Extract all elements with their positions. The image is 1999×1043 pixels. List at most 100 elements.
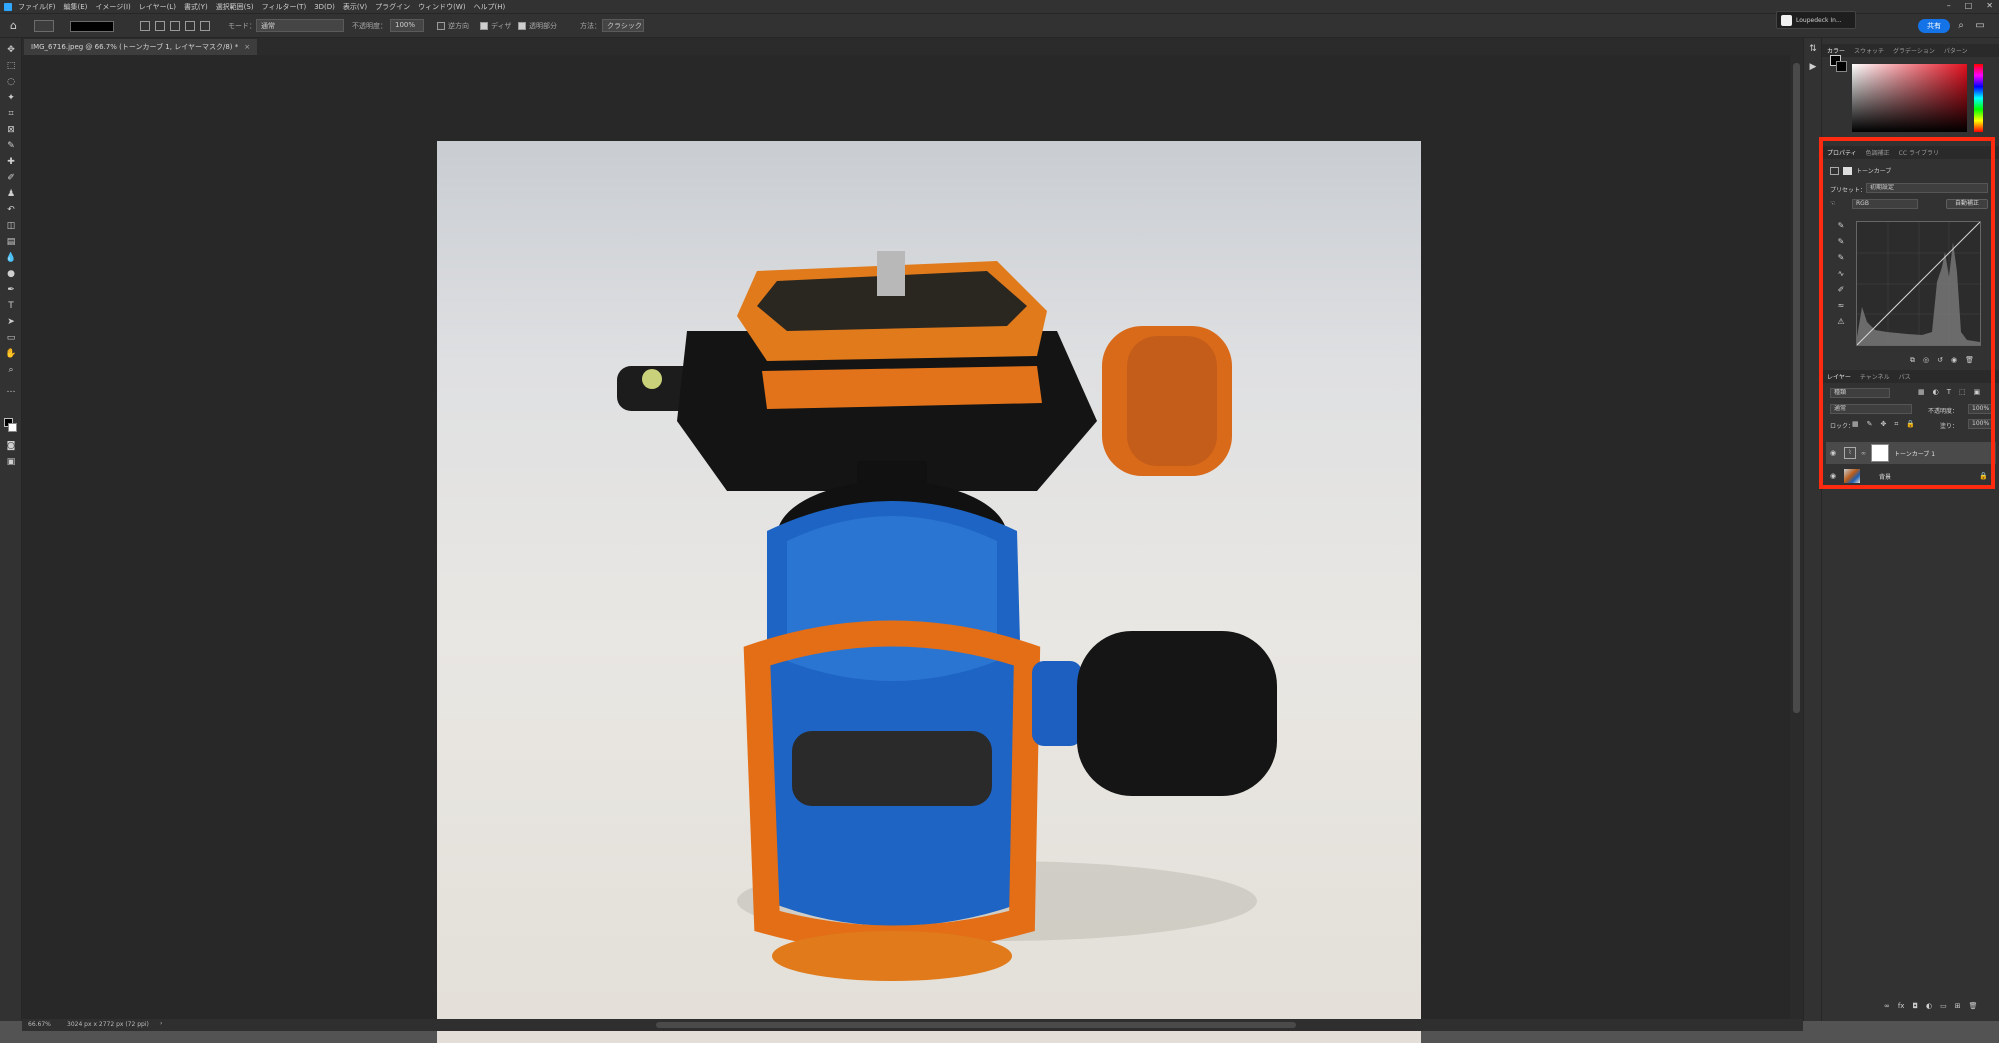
tab-gradients[interactable]: グラデーション [1893, 46, 1935, 55]
history-brush-icon[interactable]: ↶ [5, 204, 17, 216]
menu-layer[interactable]: レイヤー(L) [139, 2, 176, 12]
mode-select[interactable]: 通常 [256, 19, 344, 32]
screen-mode-icon[interactable]: ▣ [5, 456, 17, 468]
diamond-gradient-icon[interactable] [200, 21, 210, 31]
photoshop-logo-icon [4, 2, 12, 11]
menu-file[interactable]: ファイル(F) [18, 2, 56, 12]
menu-bar: ファイル(F) 編集(E) イメージ(I) レイヤー(L) 書式(Y) 選択範囲… [0, 0, 1999, 13]
menu-filter[interactable]: フィルター(T) [262, 2, 307, 12]
hand-tool-icon[interactable]: ✋ [5, 348, 17, 360]
highlight-annotation [1819, 137, 1995, 489]
close-tab-icon[interactable]: × [244, 39, 250, 55]
minimize-button[interactable]: – [1947, 1, 1951, 10]
type-tool-icon[interactable]: T [5, 300, 17, 312]
opacity-input[interactable]: 100% [390, 19, 424, 32]
dither-label: ディザ [491, 22, 512, 30]
zoom-level[interactable]: 66.67% [28, 1021, 51, 1028]
dodge-tool-icon[interactable]: ● [5, 268, 17, 280]
more-tools-icon[interactable]: … [5, 384, 17, 396]
vertical-scrollbar[interactable] [1790, 55, 1803, 1019]
menu-view[interactable]: 表示(V) [343, 2, 367, 12]
home-icon[interactable]: ⌂ [10, 20, 22, 32]
dither-checkbox[interactable] [480, 22, 488, 30]
eyedropper-icon[interactable]: ✎ [5, 140, 17, 152]
path-selection-icon[interactable]: ➤ [5, 316, 17, 328]
vertical-scroll-thumb[interactable] [1793, 63, 1800, 713]
magic-wand-icon[interactable]: ✦ [5, 92, 17, 104]
document-tab[interactable]: IMG_6716.jpeg @ 66.7% (トーンカーブ 1, レイヤーマスク… [24, 39, 258, 55]
background-color-swatch[interactable] [8, 423, 17, 432]
canvas-area[interactable] [22, 55, 1790, 1043]
search-icon[interactable]: ⌕ [1955, 20, 1967, 32]
healing-brush-icon[interactable]: ✚ [5, 156, 17, 168]
hue-slider[interactable] [1974, 64, 1983, 132]
tool-preset-picker[interactable] [34, 20, 54, 32]
menu-type[interactable]: 書式(Y) [184, 2, 208, 12]
transparency-label: 透明部分 [529, 22, 557, 30]
link-layers-icon[interactable]: ∞ [1884, 1002, 1890, 1010]
new-layer-icon[interactable]: ⊞ [1955, 1002, 1961, 1010]
crop-tool-icon[interactable]: ⌗ [5, 108, 17, 120]
workspace-icon[interactable]: ▭ [1974, 20, 1986, 32]
menu-select[interactable]: 選択範囲(S) [216, 2, 254, 12]
menu-image[interactable]: イメージ(I) [95, 2, 130, 12]
gradient-picker[interactable] [70, 21, 114, 32]
horizontal-scroll-thumb[interactable] [656, 1022, 1296, 1028]
tab-color[interactable]: カラー [1827, 46, 1845, 55]
status-bar: 66.67% 3024 px x 2772 px (72 ppi) › [22, 1019, 1803, 1031]
color-panel-tabs: カラー スウォッチ グラデーション パターン [1822, 44, 1999, 57]
ball-head-photo [617, 251, 1277, 981]
status-arrow-icon[interactable]: › [160, 1020, 162, 1027]
color-picker-field[interactable] [1852, 64, 1967, 132]
reverse-label: 逆方向 [448, 22, 469, 30]
method-label: 方法： [580, 22, 601, 30]
frame-tool-icon[interactable]: ⊠ [5, 124, 17, 136]
transparency-checkbox[interactable] [518, 22, 526, 30]
marquee-tool-icon[interactable]: ⬚ [5, 60, 17, 72]
share-button[interactable]: 共有 [1918, 19, 1950, 33]
lasso-tool-icon[interactable]: ◌ [5, 76, 17, 88]
tab-swatches[interactable]: スウォッチ [1854, 46, 1884, 55]
gradient-tool-icon[interactable]: ▤ [5, 236, 17, 248]
menu-3d[interactable]: 3D(D) [314, 3, 335, 11]
linear-gradient-icon[interactable] [140, 21, 150, 31]
method-select[interactable]: クラシック [602, 19, 644, 32]
close-window-button[interactable]: ✕ [1986, 1, 1993, 10]
rectangle-tool-icon[interactable]: ▭ [5, 332, 17, 344]
menu-edit[interactable]: 編集(E) [64, 2, 88, 12]
delete-layer-icon[interactable]: 🗑 [1969, 1002, 1978, 1010]
menu-help[interactable]: ヘルプ(H) [474, 2, 506, 12]
tab-patterns[interactable]: パターン [1944, 46, 1968, 55]
color-panel-background[interactable] [1836, 61, 1847, 72]
actions-panel-icon[interactable]: ▶ [1807, 62, 1819, 74]
add-mask-icon[interactable]: ◘ [1912, 1002, 1918, 1010]
reflected-gradient-icon[interactable] [185, 21, 195, 31]
layers-bottom-icons: ∞ fx ◘ ◐ ▭ ⊞ 🗑 [1884, 1002, 1978, 1010]
zoom-tool-icon[interactable]: ⌕ [5, 364, 17, 376]
document-image [437, 141, 1421, 1043]
layer-style-icon[interactable]: fx [1898, 1002, 1905, 1010]
pen-tool-icon[interactable]: ✒ [5, 284, 17, 296]
menu-window[interactable]: ウィンドウ(W) [418, 2, 465, 12]
history-panel-icon[interactable]: ⇅ [1807, 44, 1819, 56]
eraser-icon[interactable]: ◫ [5, 220, 17, 232]
radial-gradient-icon[interactable] [155, 21, 165, 31]
options-bar: ⌂ モード： 通常 不透明度： 100% 逆方向 ディザ 透明部分 方法： クラ… [0, 13, 1999, 38]
brush-tool-icon[interactable]: ✐ [5, 172, 17, 184]
blur-tool-icon[interactable]: 💧 [5, 252, 17, 264]
document-tab-bar: IMG_6716.jpeg @ 66.7% (トーンカーブ 1, レイヤーマスク… [22, 38, 1803, 55]
cloud-document-title: Loupedeck In... [1796, 16, 1842, 24]
maximize-button[interactable]: □ [1965, 1, 1973, 10]
new-group-icon[interactable]: ▭ [1940, 1002, 1947, 1010]
reverse-checkbox[interactable] [437, 22, 445, 30]
cloud-document-icon [1781, 14, 1792, 26]
move-tool-icon[interactable]: ✥ [5, 44, 17, 56]
menu-plugins[interactable]: プラグイン [375, 2, 410, 12]
quick-mask-icon[interactable]: ◙ [5, 440, 17, 452]
mode-label: モード： [228, 22, 256, 30]
tools-panel: ✥ ⬚ ◌ ✦ ⌗ ⊠ ✎ ✚ ✐ ♟ ↶ ◫ ▤ 💧 ● ✒ T ➤ ▭ ✋ … [0, 38, 22, 1021]
new-adjustment-icon[interactable]: ◐ [1926, 1002, 1932, 1010]
cloud-document-chip[interactable]: Loupedeck In... [1776, 11, 1856, 29]
angle-gradient-icon[interactable] [170, 21, 180, 31]
clone-stamp-icon[interactable]: ♟ [5, 188, 17, 200]
